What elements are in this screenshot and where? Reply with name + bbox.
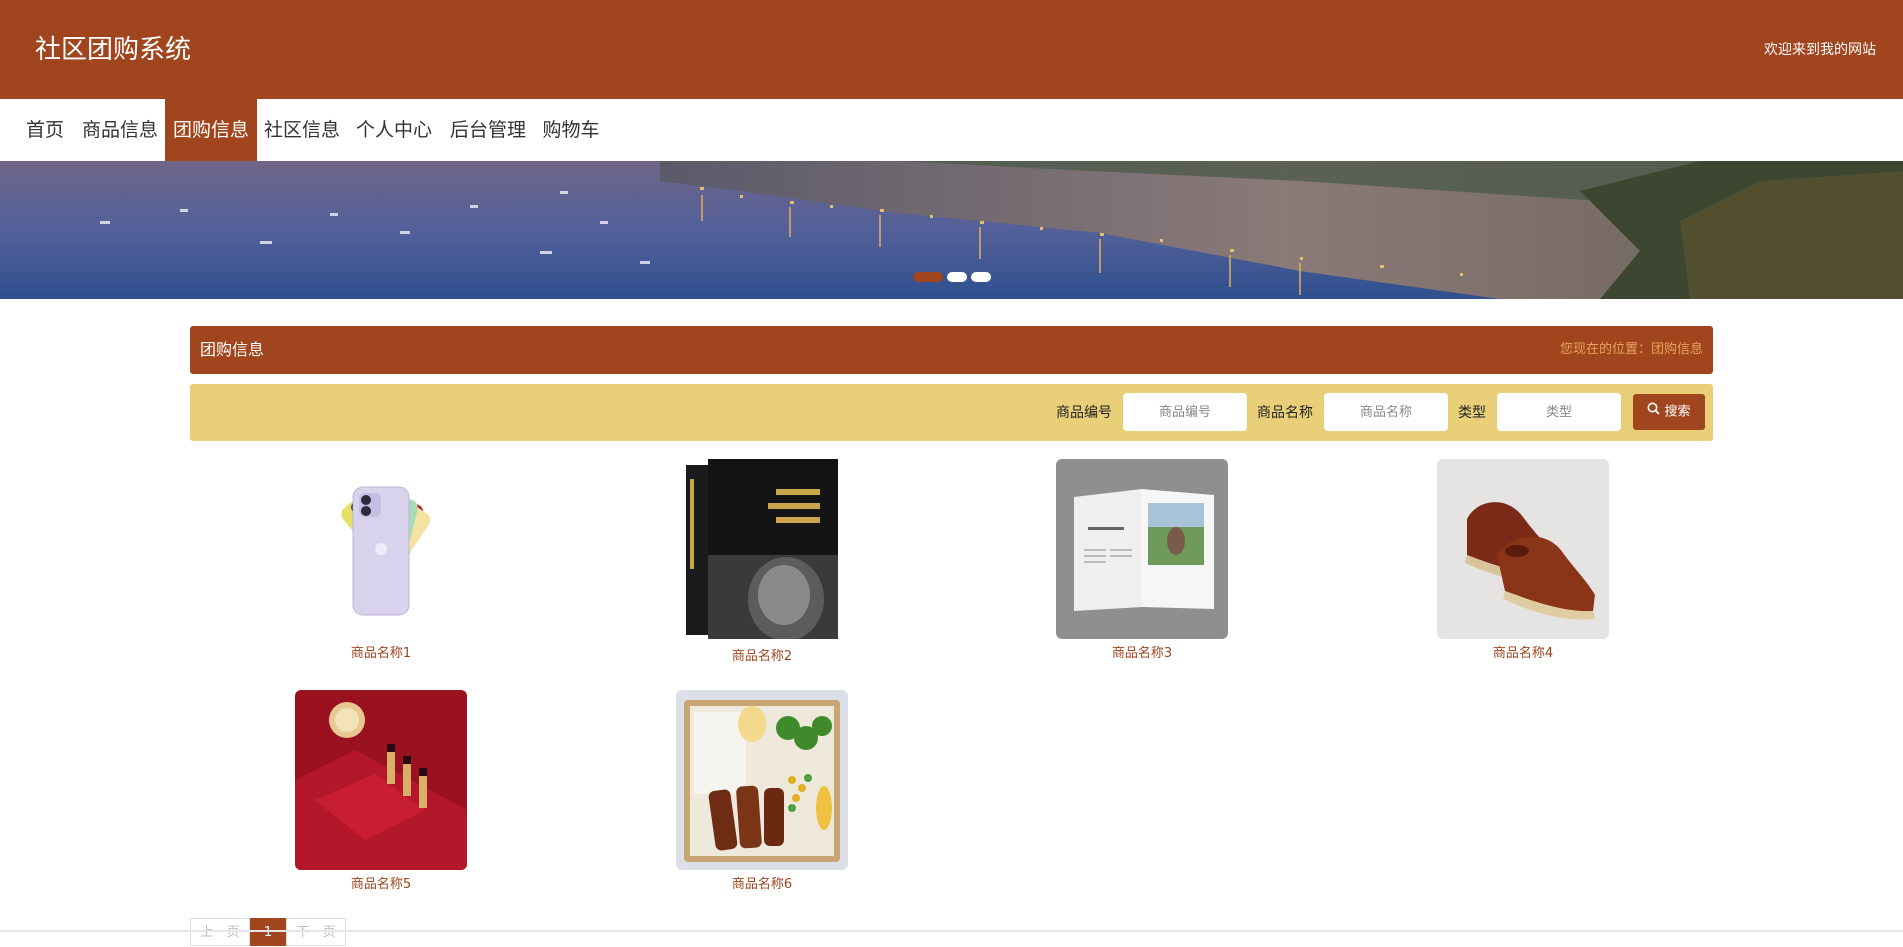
prev-page-button[interactable]: 上一页 xyxy=(190,918,250,946)
product-name-label: 商品名称 xyxy=(1257,405,1313,421)
nav-item-products[interactable]: 商品信息 xyxy=(78,99,162,161)
product-card-5[interactable]: 商品名称5 xyxy=(295,690,467,893)
nav-item-home[interactable]: 首页 xyxy=(18,99,72,161)
shoes-image[interactable] xyxy=(1437,459,1609,639)
nav-item-group-buy[interactable]: 团购信息 xyxy=(165,99,257,161)
nav-item-cart[interactable]: 购物车 xyxy=(538,99,604,161)
search-bar: 商品编号 商品名称 类型 搜索 xyxy=(190,384,1713,441)
breadcrumb: 您现在的位置：团购信息 xyxy=(1559,342,1703,357)
product-card-3[interactable]: 商品名称3 xyxy=(1056,459,1228,662)
search-icon xyxy=(1647,394,1661,430)
welcome-text: 欢迎来到我的网站 xyxy=(1764,42,1876,58)
product-name[interactable]: 商品名称5 xyxy=(295,877,467,893)
nav-item-community[interactable]: 社区信息 xyxy=(260,99,344,161)
product-name[interactable]: 商品名称1 xyxy=(295,646,467,662)
product-card-1[interactable]: 商品名称1 xyxy=(295,459,467,662)
product-card-4[interactable]: 商品名称4 xyxy=(1437,459,1609,662)
carousel-dot-1[interactable] xyxy=(913,272,943,282)
nav-item-admin[interactable]: 后台管理 xyxy=(444,99,532,161)
product-name[interactable]: 商品名称4 xyxy=(1437,646,1609,662)
product-id-input[interactable] xyxy=(1123,393,1247,431)
product-card-2[interactable]: 商品名称2 xyxy=(676,459,848,665)
banner-carousel[interactable] xyxy=(0,161,1903,299)
site-title[interactable]: 社区团购系统 xyxy=(35,34,191,66)
product-card-6[interactable]: 商品名称6 xyxy=(676,690,848,893)
product-name[interactable]: 商品名称3 xyxy=(1056,646,1228,662)
phone-image[interactable] xyxy=(295,459,467,639)
search-button[interactable]: 搜索 xyxy=(1633,394,1705,430)
carousel-dot-2[interactable] xyxy=(947,272,967,282)
bento-image[interactable] xyxy=(676,690,848,870)
carousel-dot-3[interactable] xyxy=(971,272,991,282)
site-header: 社区团购系统 欢迎来到我的网站 xyxy=(0,0,1903,99)
product-id-label: 商品编号 xyxy=(1056,405,1112,421)
section-title: 团购信息 xyxy=(200,340,265,359)
main-nav: 首页 商品信息 团购信息 社区信息 个人中心 后台管理 购物车 xyxy=(0,99,1903,161)
search-button-label: 搜索 xyxy=(1664,404,1691,420)
product-name[interactable]: 商品名称2 xyxy=(676,649,848,665)
type-label: 类型 xyxy=(1458,405,1486,421)
next-page-button[interactable]: 下一页 xyxy=(286,918,346,946)
section-header: 团购信息 您现在的位置：团购信息 xyxy=(190,326,1713,374)
magazine-image[interactable] xyxy=(1056,459,1228,639)
product-name[interactable]: 商品名称6 xyxy=(676,877,848,893)
book-image[interactable] xyxy=(676,459,848,639)
page-number-current[interactable]: 1 xyxy=(250,918,286,946)
gift-box-image[interactable] xyxy=(295,690,467,870)
product-name-input[interactable] xyxy=(1324,393,1448,431)
type-input[interactable] xyxy=(1497,393,1621,431)
nav-item-personal-center[interactable]: 个人中心 xyxy=(350,99,438,161)
